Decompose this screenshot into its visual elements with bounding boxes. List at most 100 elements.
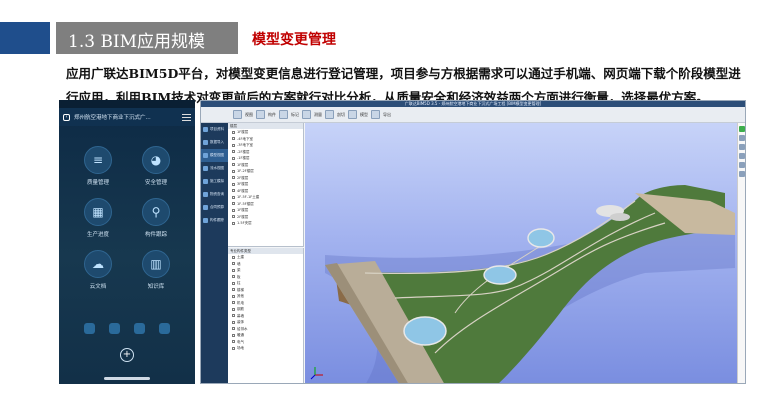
- toolbar-button-label[interactable]: 视图: [245, 112, 253, 118]
- tree-checkbox[interactable]: [232, 268, 235, 272]
- tree-checkbox[interactable]: [232, 314, 235, 317]
- toolbar-button-icon[interactable]: [279, 110, 288, 119]
- tree-checkbox[interactable]: [232, 195, 235, 199]
- sidebar-item-label: 模型视图: [210, 153, 224, 157]
- sidebar-item[interactable]: 物资查询: [201, 188, 228, 201]
- floor-tree-panel: 楼层 1F楼层 -4F地下室 -3F地下室 -2F楼层 -1F楼层 1F楼层 1F-2F楼层…: [228, 123, 304, 247]
- tree-row-label: 1F-5F-1F土建: [237, 195, 260, 199]
- dock-icon-3[interactable]: [134, 323, 145, 334]
- phone-app-item[interactable]: ☁ 云文档: [69, 250, 127, 290]
- tree-checkbox[interactable]: [232, 333, 235, 337]
- tree-checkbox[interactable]: [232, 346, 235, 350]
- tree-checkbox[interactable]: [232, 156, 235, 160]
- home-indicator: [104, 377, 150, 380]
- phone-app-item[interactable]: ⚲ 构件跟踪: [127, 198, 185, 238]
- toolbar-button-icon[interactable]: [348, 110, 357, 119]
- sidebar-item[interactable]: 模型视图: [201, 149, 228, 162]
- tree-row-label: 机电: [237, 300, 244, 305]
- menu-icon[interactable]: [182, 113, 191, 121]
- tree-row-label: 柱: [237, 281, 241, 285]
- viewport-tool-zoom-in-icon[interactable]: [738, 135, 745, 141]
- tree-checkbox[interactable]: [232, 307, 235, 311]
- viewport-tool-fit-icon[interactable]: [738, 171, 745, 177]
- dock-icon-1[interactable]: [84, 323, 95, 334]
- sidebar-item-label: 流水视图: [210, 166, 224, 170]
- tree-row[interactable]: 场地: [228, 345, 303, 352]
- tree-checkbox[interactable]: [232, 169, 235, 173]
- phone-status-bar: [59, 100, 195, 108]
- toolbar-button-icon[interactable]: [233, 110, 242, 119]
- tree-checkbox[interactable]: [232, 150, 235, 153]
- tree-checkbox[interactable]: [232, 208, 235, 212]
- tree-checkbox[interactable]: [232, 202, 235, 205]
- tree-checkbox[interactable]: [232, 320, 235, 324]
- safety-icon: ◕: [142, 146, 170, 174]
- toolbar-button-label[interactable]: 剖切: [337, 112, 345, 118]
- toolbar-button-icon[interactable]: [302, 110, 311, 119]
- sidebar-item[interactable]: 施工模拟: [201, 175, 228, 188]
- back-icon[interactable]: ‹: [63, 113, 70, 121]
- sidebar-item-label: 数据导入: [210, 140, 224, 144]
- toolbar-button-label[interactable]: 构件: [268, 112, 276, 118]
- toolbar-button-icon[interactable]: [256, 110, 265, 119]
- tree-checkbox[interactable]: [232, 288, 235, 291]
- sidebar-item[interactable]: 项目资料: [201, 123, 228, 136]
- add-button[interactable]: +: [120, 348, 134, 362]
- sidebar-item-icon: [203, 205, 208, 210]
- tree-checkbox[interactable]: [232, 327, 235, 330]
- sidebar-item[interactable]: 数据导入: [201, 136, 228, 149]
- sidebar-item-label: 合同预算: [210, 205, 224, 209]
- tree-row-label: 1F楼层: [237, 162, 249, 167]
- dock-icon-2[interactable]: [109, 323, 120, 334]
- tree-checkbox[interactable]: [232, 182, 235, 186]
- tree-checkbox[interactable]: [232, 340, 235, 343]
- dock-icon-4[interactable]: [159, 323, 170, 334]
- phone-app-item[interactable]: ◕ 安全管理: [127, 146, 185, 186]
- sidebar-item-icon: [203, 218, 208, 223]
- tree-checkbox[interactable]: [232, 294, 235, 298]
- tree-row-label: 4F楼层: [237, 188, 249, 193]
- toolbar-button-icon[interactable]: [371, 110, 380, 119]
- toolbar-button-icon[interactable]: [325, 110, 334, 119]
- phone-app-item[interactable]: ▦ 生产进度: [69, 198, 127, 238]
- tree-checkbox[interactable]: [232, 215, 235, 218]
- app-toolbar: 视图 构件 标记 测量 剖切 模型 导出: [201, 107, 745, 123]
- mobile-app-screenshot: ‹ 郑州航空港地下商业下沉式广... ≡ 质量管理 ◕ 安全管理 ▦ 生产进度 ⚲ 构件跟踪 ☁…: [59, 100, 195, 384]
- viewport-tool-zoom-out-icon[interactable]: [738, 144, 745, 150]
- tree-checkbox[interactable]: [232, 221, 235, 225]
- viewport-tool-home-icon[interactable]: [738, 126, 745, 132]
- tree-checkbox[interactable]: [232, 130, 235, 134]
- sidebar-item[interactable]: 构件跟踪: [201, 214, 228, 227]
- sidebar-item[interactable]: 流水视图: [201, 162, 228, 175]
- 3d-model-viewport[interactable]: [305, 123, 737, 383]
- viewport-tool-pan-icon[interactable]: [738, 153, 745, 159]
- phone-app-label: 安全管理: [144, 180, 167, 186]
- tree-checkbox[interactable]: [232, 301, 235, 304]
- tree-row-label: 场地: [237, 346, 244, 350]
- tree-row-label: 1F楼层: [237, 130, 249, 134]
- toolbar-button-label[interactable]: 测量: [314, 112, 322, 118]
- quality-icon: ≡: [84, 146, 112, 174]
- tree-row-label: 3F楼层: [237, 182, 249, 186]
- tree-row[interactable]: 1.5F夹层: [228, 220, 303, 227]
- phone-app-item[interactable]: ≡ 质量管理: [69, 146, 127, 186]
- viewport-tool-rotate-icon[interactable]: [738, 162, 745, 168]
- toolbar-button-label[interactable]: 导出: [383, 112, 391, 118]
- tree-row-label: 楼梯: [237, 287, 244, 292]
- tree-checkbox[interactable]: [232, 163, 235, 166]
- toolbar-button-label[interactable]: 标记: [291, 112, 299, 118]
- tree-checkbox[interactable]: [232, 143, 235, 147]
- tree-checkbox[interactable]: [232, 262, 235, 265]
- tree-row-label: -1F楼层: [237, 156, 250, 160]
- tree-checkbox[interactable]: [232, 275, 235, 278]
- phone-app-item[interactable]: ▥ 知识库: [127, 250, 185, 290]
- tree-checkbox[interactable]: [232, 281, 235, 285]
- tree-checkbox[interactable]: [232, 176, 235, 179]
- phone-app-label: 构件跟踪: [144, 232, 167, 238]
- phone-app-bar: ‹ 郑州航空港地下商业下沉式广...: [59, 108, 195, 126]
- tree-checkbox[interactable]: [232, 189, 235, 192]
- toolbar-button-label[interactable]: 模型: [360, 112, 368, 118]
- sidebar-item[interactable]: 合同预算: [201, 201, 228, 214]
- tree-checkbox[interactable]: [232, 137, 235, 140]
- tree-checkbox[interactable]: [232, 255, 235, 259]
